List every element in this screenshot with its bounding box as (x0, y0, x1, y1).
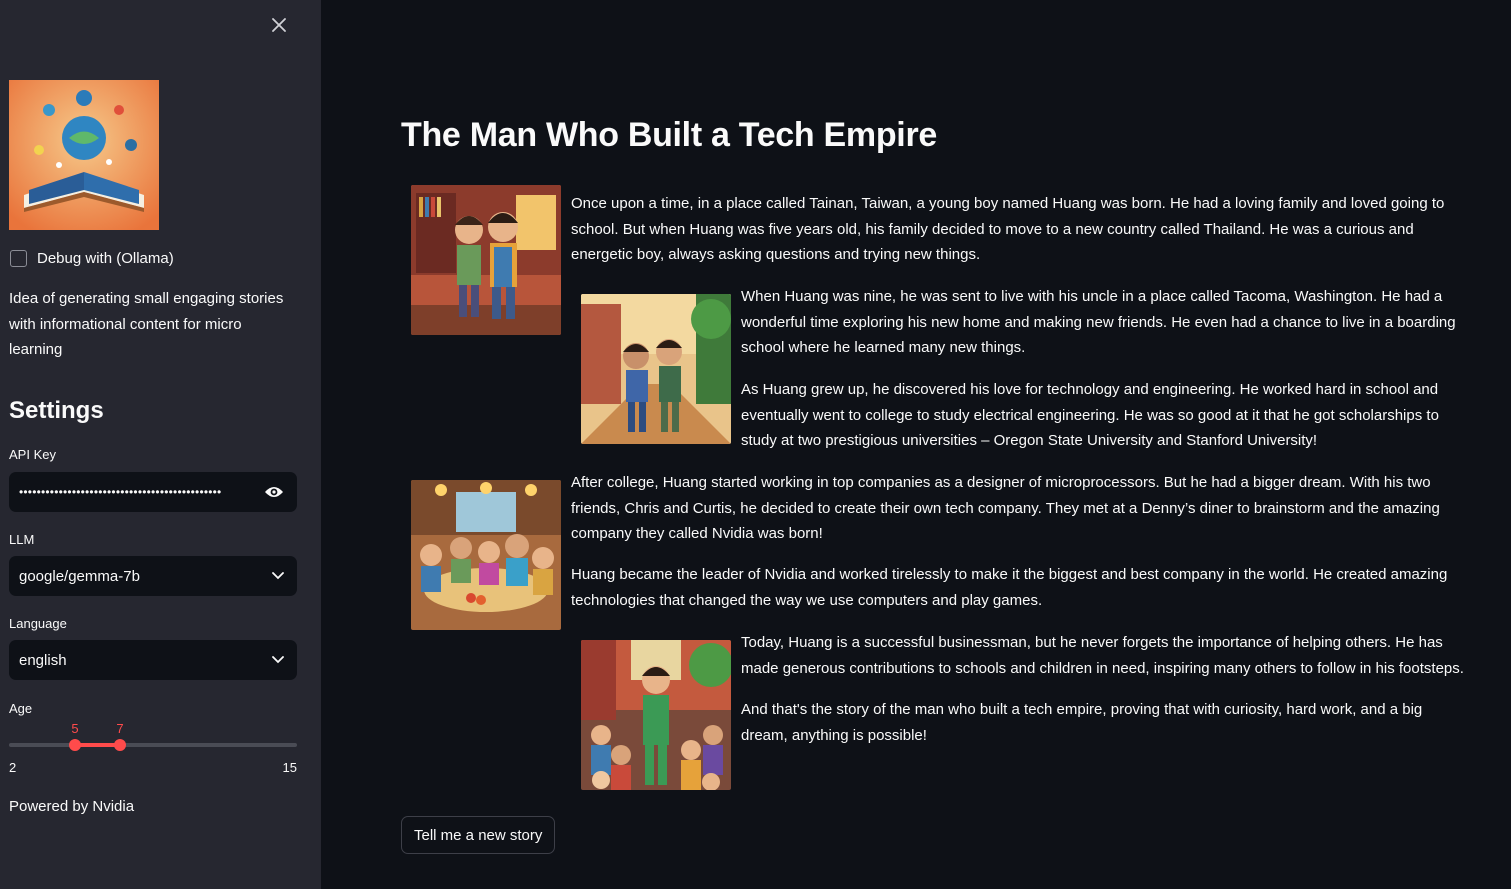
eye-icon[interactable] (261, 479, 287, 505)
llm-select[interactable]: google/gemma-7b (9, 556, 297, 596)
age-label: Age (9, 701, 33, 716)
slider-max-label: 15 (282, 760, 297, 775)
language-select[interactable]: english (9, 640, 297, 680)
debug-checkbox[interactable] (10, 250, 27, 267)
story-illustration (581, 294, 731, 444)
slider-low-value: 5 (71, 721, 79, 736)
llm-label: LLM (9, 532, 35, 547)
story-paragraph: And that's the story of the man who buil… (741, 701, 1423, 744)
story-paragraph: Today, Huang is a successful businessman… (741, 634, 1464, 677)
language-label: Language (9, 616, 67, 631)
chevron-down-icon (269, 651, 287, 669)
story-paragraph: As Huang grew up, he discovered his love… (741, 381, 1439, 449)
slider-track[interactable] (9, 743, 297, 747)
main-content: The Man Who Built a Tech Empire Once upo… (321, 0, 1511, 889)
story-illustration (581, 640, 731, 790)
powered-by-text: Powered by Nvidia (9, 798, 135, 815)
slider-min-label: 2 (9, 760, 17, 775)
app-description: Idea of generating small engaging storie… (9, 290, 284, 358)
new-story-button[interactable]: Tell me a new story (401, 816, 556, 854)
debug-label: Debug with (Ollama) (37, 250, 174, 267)
sidebar: Debug with (Ollama) Idea of generating s… (0, 0, 321, 889)
story-paragraph: When Huang was nine, he was sent to live… (741, 288, 1456, 356)
close-icon[interactable] (268, 14, 290, 36)
story-paragraph: Once upon a time, in a place called Tain… (571, 195, 1445, 263)
story-illustration (411, 185, 561, 335)
slider-high-handle[interactable] (114, 739, 126, 751)
settings-heading: Settings (9, 397, 104, 424)
story-illustration (411, 480, 561, 630)
language-selected-value: english (19, 651, 67, 669)
debug-checkbox-row[interactable]: Debug with (Ollama) (10, 250, 174, 267)
story-book-logo (9, 80, 159, 230)
chevron-down-icon (269, 567, 287, 585)
story-paragraph: After college, Huang started working in … (571, 474, 1440, 542)
age-range-slider[interactable]: 5 7 2 15 (9, 720, 297, 775)
api-key-label: API Key (9, 447, 56, 462)
llm-selected-value: google/gemma-7b (19, 567, 140, 585)
api-key-input[interactable]: ••••••••••••••••••••••••••••••••••••••••… (9, 472, 297, 512)
story-paragraph: Huang became the leader of Nvidia and wo… (571, 566, 1448, 609)
slider-low-handle[interactable] (69, 739, 81, 751)
api-key-value: ••••••••••••••••••••••••••••••••••••••••… (19, 485, 222, 499)
slider-high-value: 7 (116, 721, 124, 736)
story-title: The Man Who Built a Tech Empire (401, 116, 937, 154)
